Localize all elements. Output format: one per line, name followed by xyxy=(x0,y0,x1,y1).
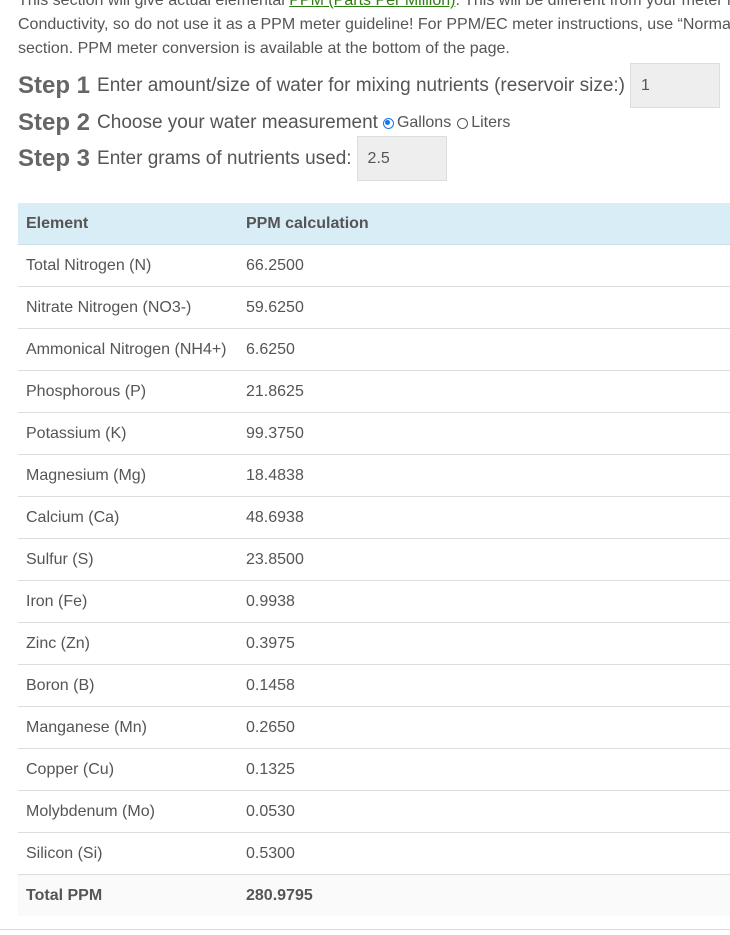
table-row: Molybdenum (Mo) 0.0530 xyxy=(18,790,730,833)
liters-option[interactable]: Liters xyxy=(457,114,510,132)
liters-label: Liters xyxy=(471,114,511,131)
element-name-cell: Iron (Fe) xyxy=(18,580,238,623)
step-2-label: Step 2 xyxy=(18,109,91,136)
table-body: Total Nitrogen (N) 66.2500 Nitrate Nitroge… xyxy=(18,244,730,916)
element-name-cell: Ammonical Nitrogen (NH4+) xyxy=(18,328,238,371)
gallons-label: Gallons xyxy=(396,114,452,131)
element-name-cell: Total Nitrogen (N) xyxy=(18,244,238,287)
reservoir-size-input[interactable] xyxy=(630,63,720,108)
step-3-label: Step 3 xyxy=(18,144,91,172)
ppm-value-cell: 0.0530 xyxy=(238,790,730,833)
step-3-row: Step 3 Enter grams of nutrients used: xyxy=(18,136,447,181)
element-name-cell: Copper (Cu) xyxy=(18,748,238,791)
ppm-value-cell: 48.6938 xyxy=(238,496,730,539)
ppm-value-cell: 0.2650 xyxy=(238,706,730,749)
element-name-cell: Silicon (Si) xyxy=(18,832,238,875)
table-row: Boron (B) 0.1458 xyxy=(18,664,730,707)
nutrient-grams-input[interactable] xyxy=(356,136,447,181)
step-2-row: Step 2 Choose your water measurement Gal… xyxy=(18,109,510,137)
ppm-value-cell: 0.5300 xyxy=(238,832,730,875)
intro-line-1-text: This section will give actual elemental xyxy=(18,0,290,9)
ppm-value-cell: 0.9938 xyxy=(238,580,730,623)
total-value: 280.9795 xyxy=(238,874,730,916)
divider xyxy=(0,929,730,930)
element-name-cell: Magnesium (Mg) xyxy=(18,454,238,497)
table-row: Total Nitrogen (N) 66.2500 xyxy=(18,244,730,287)
table-row: Sulfur (S) 23.8500 xyxy=(18,538,730,581)
element-name-cell: Phosphorous (P) xyxy=(18,370,238,413)
ppm-value-cell: 0.1458 xyxy=(238,664,730,707)
element-name-cell: Nitrate Nitrogen (NO3-) xyxy=(18,286,238,329)
table-header-row: Element PPM calculation xyxy=(18,203,730,245)
ppm-value-cell: 6.6250 xyxy=(238,328,730,371)
element-name-cell: Calcium (Ca) xyxy=(18,496,238,539)
ppm-value-cell: 66.2500 xyxy=(238,244,730,287)
element-name-cell: Manganese (Mn) xyxy=(18,706,238,749)
element-name-cell: Potassium (K) xyxy=(18,412,238,455)
table-row: Potassium (K) 99.3750 xyxy=(18,412,730,455)
ppm-value-cell: 0.3975 xyxy=(238,622,730,665)
element-column-header: Element xyxy=(18,203,238,245)
total-label: Total PPM xyxy=(18,874,238,916)
intro-line-1: This section will give actual elemental … xyxy=(18,0,730,13)
step-1-text: Enter amount/size of water for mixing nu… xyxy=(97,74,625,96)
total-row: Total PPM 280.9795 xyxy=(18,874,730,916)
table-row: Nitrate Nitrogen (NO3-) 59.6250 xyxy=(18,286,730,329)
step-1-label: Step 1 xyxy=(18,71,91,99)
table-row: Phosphorous (P) 21.8625 xyxy=(18,370,730,413)
ppm-value-cell: 21.8625 xyxy=(238,370,730,413)
table-row: Magnesium (Mg) 18.4838 xyxy=(18,454,730,497)
table-row: Calcium (Ca) 48.6938 xyxy=(18,496,730,539)
gallons-radio[interactable] xyxy=(382,117,394,129)
ppm-column-header: PPM calculation xyxy=(238,203,730,245)
table-row: Iron (Fe) 0.9938 xyxy=(18,580,730,623)
element-name-cell: Zinc (Zn) xyxy=(18,622,238,665)
ppm-value-cell: 99.3750 xyxy=(238,412,730,455)
liters-radio[interactable] xyxy=(457,117,469,129)
step-2-text: Choose your water measurement xyxy=(97,112,378,133)
intro-text: This section will give actual elemental … xyxy=(18,0,730,61)
table-row: Copper (Cu) 0.1325 xyxy=(18,748,730,791)
ppm-link[interactable]: PPM (Parts Per Million) xyxy=(289,0,455,9)
table-row: Ammonical Nitrogen (NH4+) 6.6250 xyxy=(18,328,730,371)
intro-line-3: section. PPM meter conversion is availab… xyxy=(18,40,510,57)
intro-line-1-rest: . This will be different from your meter… xyxy=(455,0,730,9)
ppm-table-container: Element PPM calculation Total Nitrogen (… xyxy=(18,203,730,916)
element-name-cell: Sulfur (S) xyxy=(18,538,238,581)
gallons-option[interactable]: Gallons xyxy=(382,114,452,132)
step-1-row: Step 1 Enter amount/size of water for mi… xyxy=(18,63,720,108)
element-name-cell: Boron (B) xyxy=(18,664,238,707)
table-row: Silicon (Si) 0.5300 xyxy=(18,832,730,875)
ppm-value-cell: 0.1325 xyxy=(238,748,730,791)
intro-line-2: Conductivity, so do not use it as a PPM … xyxy=(18,16,730,33)
ppm-value-cell: 23.8500 xyxy=(238,538,730,581)
ppm-table: Element PPM calculation Total Nitrogen (… xyxy=(18,203,730,916)
ppm-value-cell: 59.6250 xyxy=(238,286,730,329)
step-3-text: Enter grams of nutrients used: xyxy=(97,147,352,169)
table-row: Zinc (Zn) 0.3975 xyxy=(18,622,730,665)
table-row: Manganese (Mn) 0.2650 xyxy=(18,706,730,749)
element-name-cell: Molybdenum (Mo) xyxy=(18,790,238,833)
ppm-value-cell: 18.4838 xyxy=(238,454,730,497)
